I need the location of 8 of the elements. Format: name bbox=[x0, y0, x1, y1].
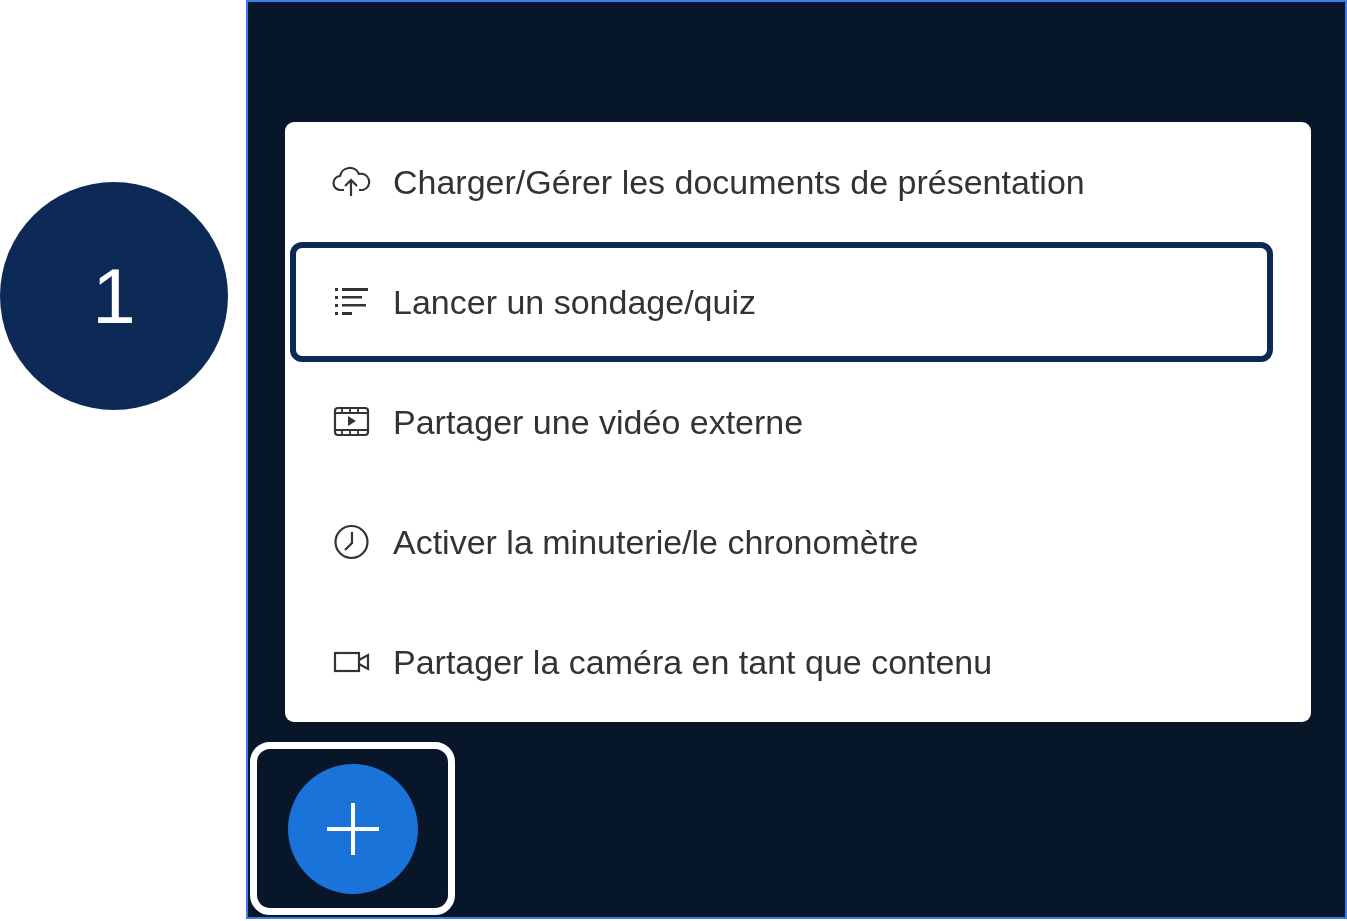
menu-item[interactable]: Partager une vidéo externe bbox=[290, 362, 1273, 482]
clock-icon bbox=[332, 522, 372, 562]
step-number-badge: 1 bbox=[0, 182, 228, 410]
menu-item[interactable]: Charger/Gérer les documents de présentation bbox=[290, 122, 1273, 242]
menu-item[interactable]: Activer la minuterie/le chronomètre bbox=[290, 482, 1273, 602]
menu-item[interactable]: Partager la caméra en tant que contenu bbox=[290, 602, 1273, 722]
plus-icon bbox=[324, 800, 381, 857]
menu-item[interactable]: Lancer un sondage/quiz bbox=[290, 242, 1273, 362]
